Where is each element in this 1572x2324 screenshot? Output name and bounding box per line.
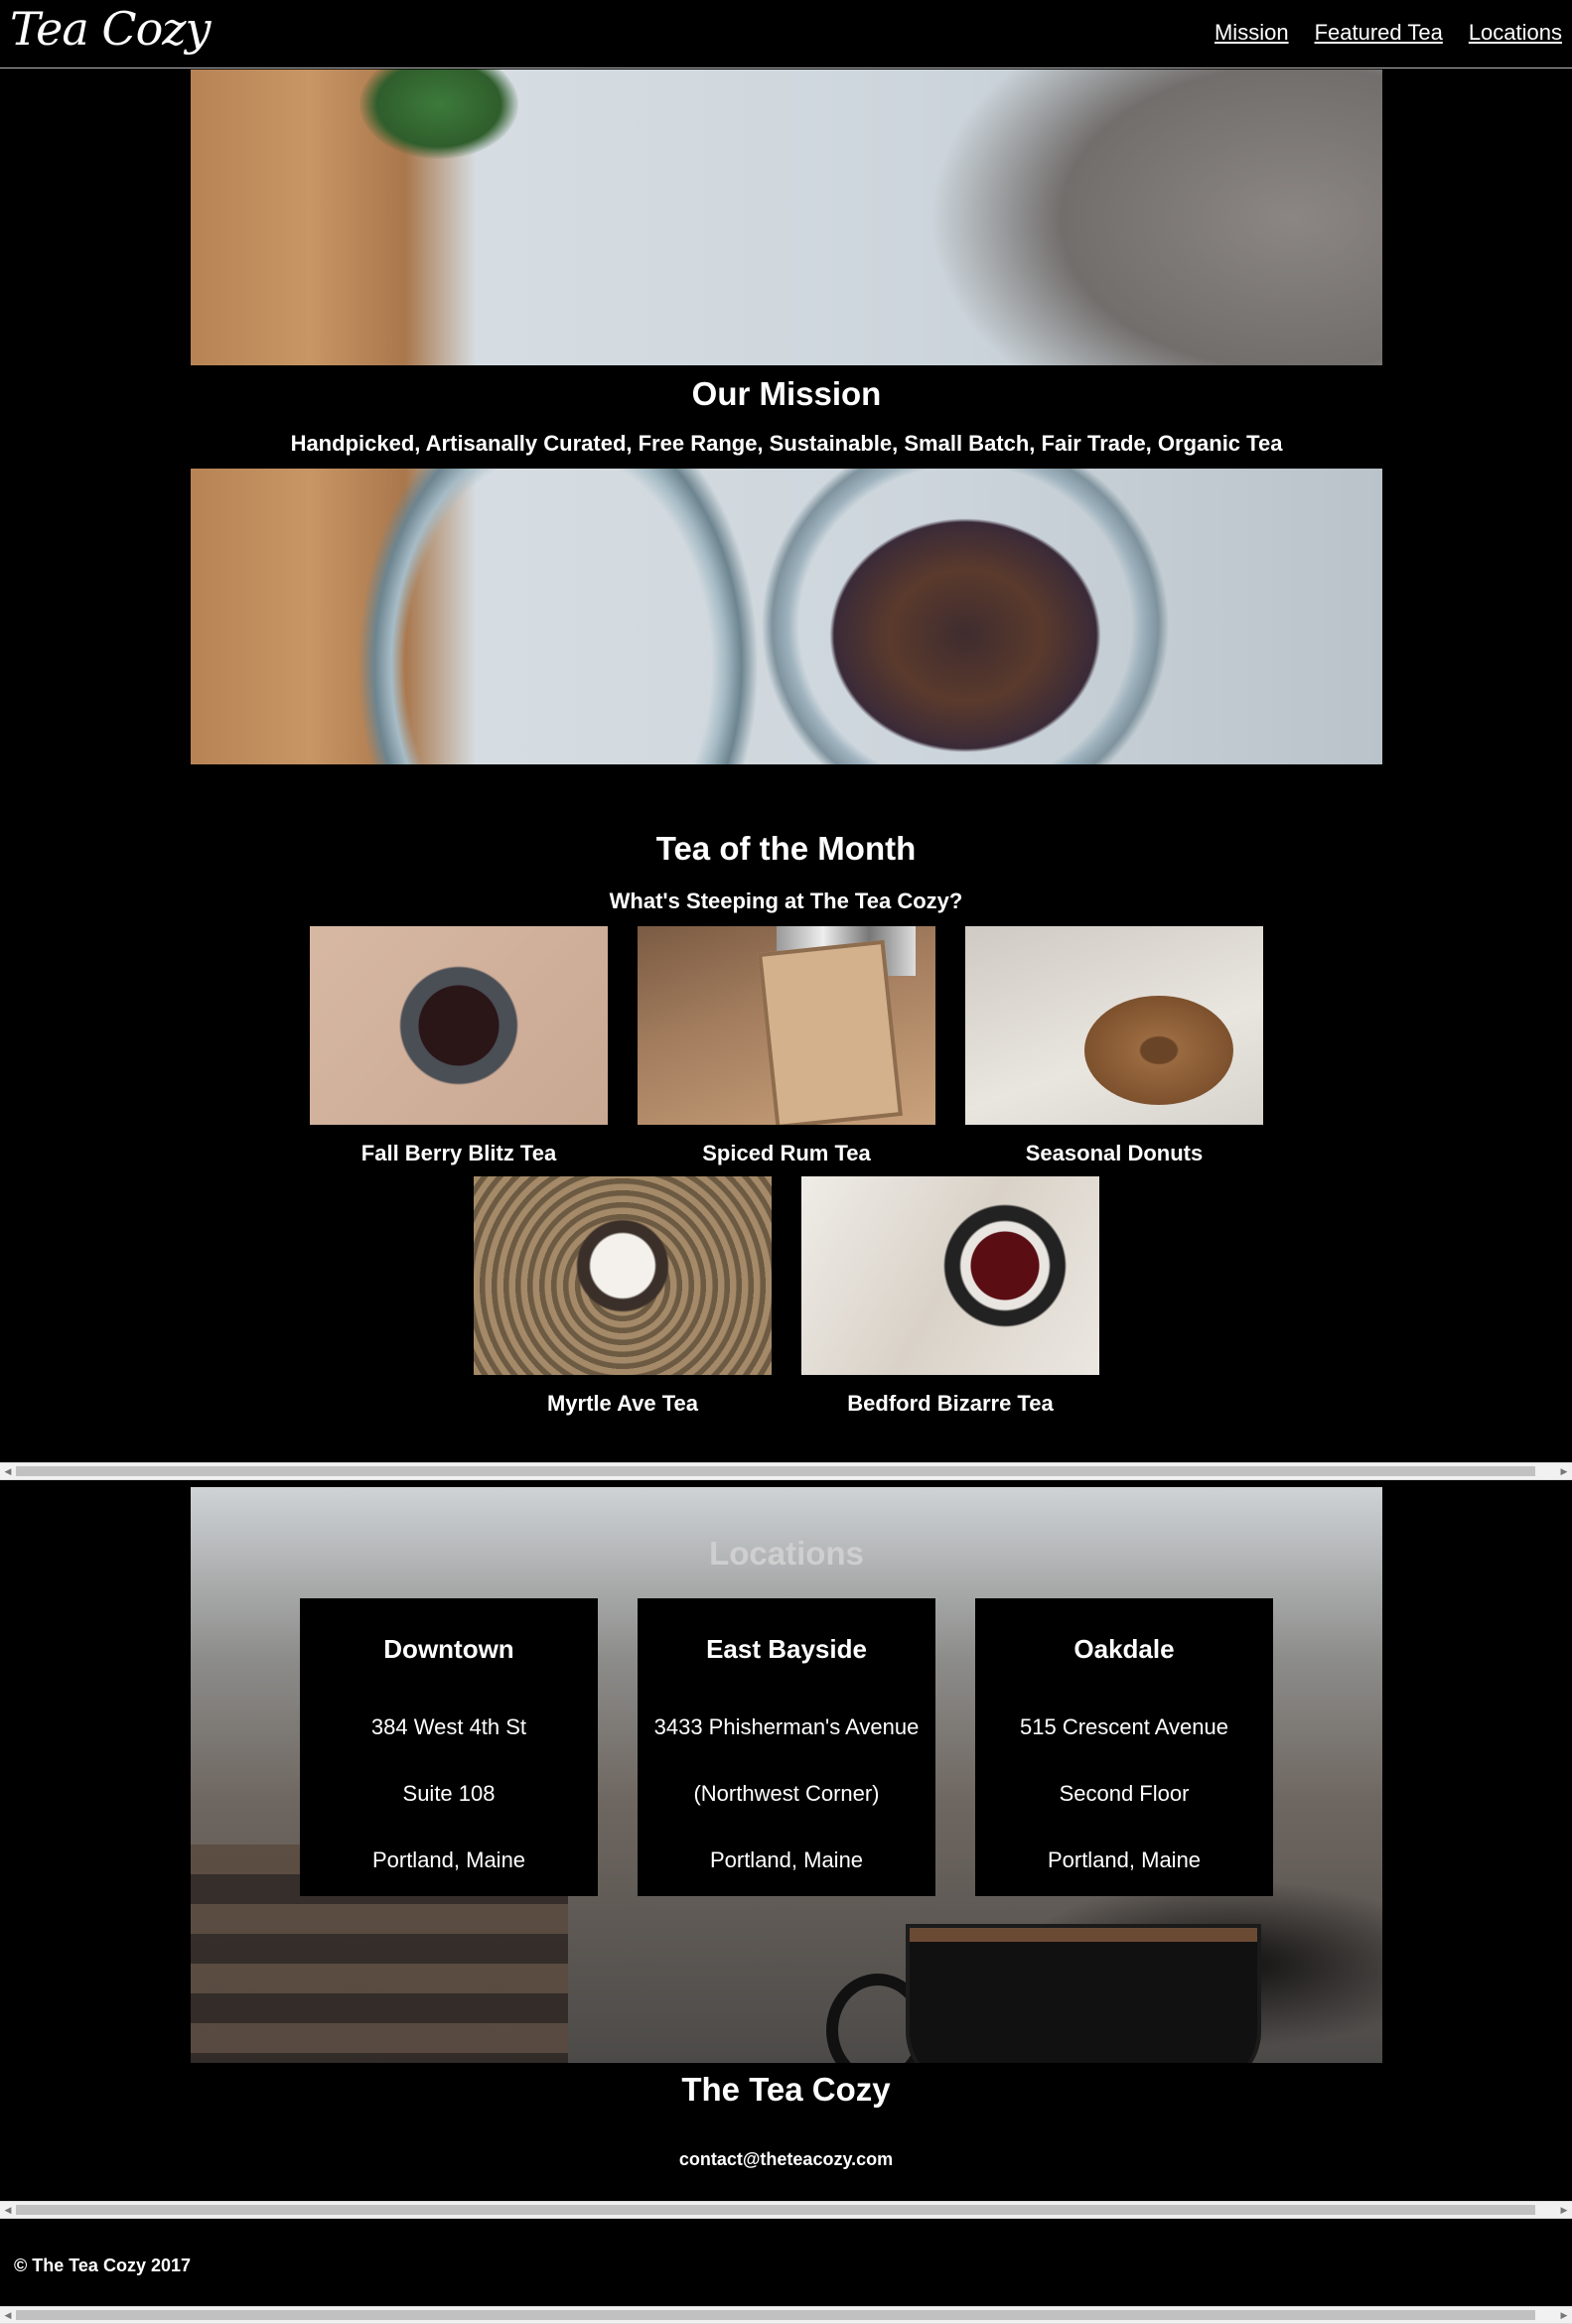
contact-email-link[interactable]: contact@theteacozy.com xyxy=(0,2149,1572,2170)
tea-item-spiced-rum: Spiced Rum Tea xyxy=(638,926,935,1165)
mission-section: Our Mission Handpicked, Artisanally Cura… xyxy=(191,69,1382,764)
tea-item-bedford-bizarre: Bedford Bizarre Tea xyxy=(801,1176,1099,1416)
tea-item-caption: Seasonal Donuts xyxy=(1025,1141,1204,1165)
contact-brand: The Tea Cozy xyxy=(681,2071,891,2108)
scroll-left-icon[interactable]: ◀ xyxy=(0,2202,16,2218)
scrollbar-thumb[interactable] xyxy=(16,2205,1535,2215)
locations-title: Locations xyxy=(709,1535,864,1572)
tea-item-seasonal-donuts: Seasonal Donuts xyxy=(965,926,1263,1165)
location-address-line: (Northwest Corner) xyxy=(693,1781,880,1806)
tea-item-fall-berry-blitz: Fall Berry Blitz Tea xyxy=(310,926,608,1165)
nav-link-locations[interactable]: Locations xyxy=(1469,20,1562,46)
tea-item-caption: Fall Berry Blitz Tea xyxy=(360,1141,557,1165)
locations-section: Locations Downtown 384 West 4th St Suite… xyxy=(191,1487,1382,2063)
scroll-right-icon[interactable]: ▶ xyxy=(1556,2202,1572,2218)
spiced-rum-image[interactable] xyxy=(638,926,935,1125)
location-name: Downtown xyxy=(383,1634,514,1664)
mission-banner: Our Mission Handpicked, Artisanally Cura… xyxy=(191,365,1382,469)
leaf-decoration xyxy=(359,69,518,159)
scroll-right-icon[interactable]: ▶ xyxy=(1556,2307,1572,2323)
bedford-bizarre-image[interactable] xyxy=(801,1176,1099,1375)
location-address-line: Suite 108 xyxy=(402,1781,496,1806)
scroll-left-icon[interactable]: ◀ xyxy=(0,1463,16,1479)
horizontal-scrollbar[interactable]: ◀ ▶ xyxy=(0,1462,1572,1480)
location-address-line: Portland, Maine xyxy=(1047,1847,1202,1872)
location-card-downtown: Downtown 384 West 4th St Suite 108 Portl… xyxy=(300,1598,598,1896)
location-name: East Bayside xyxy=(706,1634,867,1664)
location-address-line: 3433 Phisherman's Avenue xyxy=(653,1714,920,1739)
horizontal-scrollbar[interactable]: ◀ ▶ xyxy=(0,2201,1572,2219)
tea-box-decoration xyxy=(758,939,903,1125)
tea-item-caption: Myrtle Ave Tea xyxy=(546,1391,699,1416)
location-address-line: Portland, Maine xyxy=(709,1847,864,1872)
location-address-line: 515 Crescent Avenue xyxy=(1020,1714,1228,1739)
horizontal-scrollbar[interactable]: ◀ ▶ xyxy=(0,2306,1572,2324)
location-card-oakdale: Oakdale 515 Crescent Avenue Second Floor… xyxy=(975,1598,1273,1896)
location-name: Oakdale xyxy=(1073,1634,1175,1664)
scrollbar-thumb[interactable] xyxy=(16,1466,1535,1476)
location-address-line: Portland, Maine xyxy=(371,1847,526,1872)
location-address-line: Second Floor xyxy=(1059,1781,1190,1806)
nav-link-featured-tea[interactable]: Featured Tea xyxy=(1315,20,1443,46)
site-header: Tea Cozy Mission Featured Tea Locations xyxy=(0,0,1572,68)
tea-item-caption: Spiced Rum Tea xyxy=(702,1141,871,1165)
tea-item-myrtle-ave: Myrtle Ave Tea xyxy=(474,1176,772,1416)
mission-title: Our Mission xyxy=(691,375,882,412)
tea-item-caption: Bedford Bizarre Tea xyxy=(847,1391,1054,1416)
donut-decoration xyxy=(1084,996,1233,1105)
scroll-right-icon[interactable]: ▶ xyxy=(1556,1463,1572,1479)
fall-berry-blitz-image[interactable] xyxy=(310,926,608,1125)
scrollbar-thumb[interactable] xyxy=(16,2310,1535,2320)
tea-section-subtitle: What's Steeping at The Tea Cozy? xyxy=(609,889,963,913)
mission-subtitle: Handpicked, Artisanally Curated, Free Ra… xyxy=(290,431,1283,456)
location-address-line: 384 West 4th St xyxy=(370,1714,527,1739)
main-nav: Mission Featured Tea Locations xyxy=(1215,20,1562,46)
scroll-left-icon[interactable]: ◀ xyxy=(0,2307,16,2323)
location-card-east-bayside: East Bayside 3433 Phisherman's Avenue (N… xyxy=(638,1598,935,1896)
myrtle-ave-image[interactable] xyxy=(474,1176,772,1375)
seasonal-donuts-image[interactable] xyxy=(965,926,1263,1125)
tea-of-the-month-section: Tea of the Month What's Steeping at The … xyxy=(0,764,1572,1464)
nav-link-mission[interactable]: Mission xyxy=(1215,20,1289,46)
site-logo[interactable]: Tea Cozy xyxy=(10,2,211,56)
tea-section-title: Tea of the Month xyxy=(655,830,917,867)
footer-copyright: © The Tea Cozy 2017 xyxy=(14,2256,191,2275)
coffee-cup-decoration xyxy=(906,1924,1261,2063)
